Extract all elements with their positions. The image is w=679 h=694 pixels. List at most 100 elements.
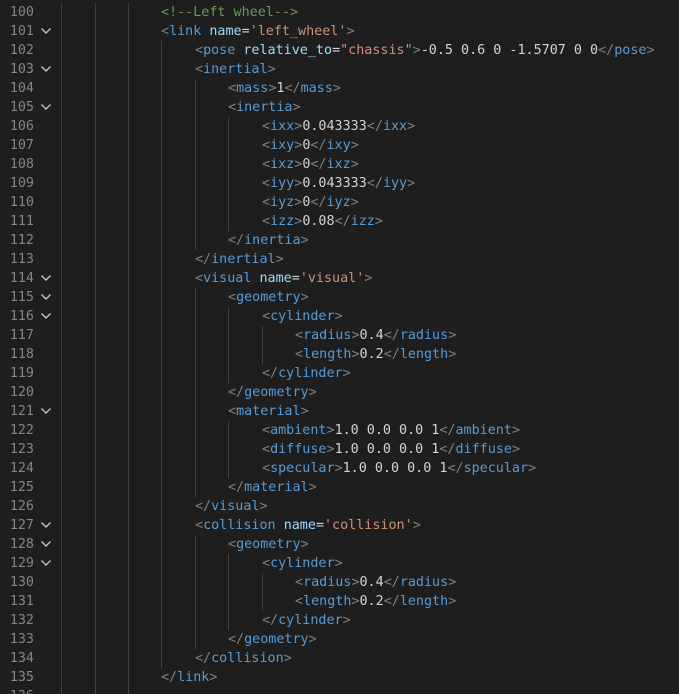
line-number: 124 [9, 461, 34, 476]
code-line[interactable]: 134 </collision> [0, 649, 679, 668]
chevron-down-icon[interactable] [40, 269, 58, 288]
chevron-down-icon[interactable] [40, 516, 58, 535]
chevron-down-icon[interactable] [40, 98, 58, 117]
code-line[interactable]: 128 <geometry> [0, 535, 679, 554]
indent-guide [128, 136, 129, 155]
code-line[interactable]: 130 <radius>0.4</radius> [0, 573, 679, 592]
code-line[interactable]: 101 <link name='left_wheel'> [0, 22, 679, 41]
code-line[interactable]: 104 <mass>1</mass> [0, 79, 679, 98]
indent-guide [161, 649, 162, 668]
code-line[interactable]: 120 </geometry> [0, 383, 679, 402]
code-token: > [308, 480, 317, 495]
line-code: </inertia> [228, 231, 309, 250]
line-number: 103 [9, 62, 34, 77]
line-code: <ambient>1.0 0.0 0.0 1</ambient> [262, 421, 520, 440]
chevron-down-icon[interactable] [40, 60, 58, 79]
chevron-down-icon[interactable] [40, 22, 58, 41]
indent-guide [128, 687, 129, 694]
indent-guide [61, 307, 62, 326]
code-token: > [346, 24, 355, 39]
line-code: <link name='left_wheel'> [161, 22, 355, 41]
code-line[interactable]: 119 </cylinder> [0, 364, 679, 383]
indent-guide [128, 3, 129, 22]
code-line[interactable]: 108 <ixz>0</ixz> [0, 155, 679, 174]
indent-guide [61, 212, 62, 231]
code-line[interactable]: 112 </inertia> [0, 231, 679, 250]
indent-guide [128, 250, 129, 269]
indent-guide [61, 668, 62, 687]
indent-guide [128, 554, 129, 573]
indent-guide [61, 136, 62, 155]
code-editor[interactable]: 100 <!--Left wheel--> 101 <link name='left_… [0, 0, 679, 694]
code-token: </ [195, 499, 212, 514]
code-line[interactable]: 129 <cylinder> [0, 554, 679, 573]
code-line[interactable]: 111 <izz>0.08</izz> [0, 212, 679, 231]
code-line[interactable]: 136 [0, 687, 679, 694]
indent-guide [95, 383, 96, 402]
line-code: <diffuse>1.0 0.0 0.0 1</diffuse> [262, 440, 520, 459]
code-line[interactable]: 121 <material> [0, 402, 679, 421]
code-line[interactable]: 122 <ambient>1.0 0.0 0.0 1</ambient> [0, 421, 679, 440]
indent-guide [61, 611, 62, 630]
code-line[interactable]: 109 <iyy>0.043333</iyy> [0, 174, 679, 193]
code-line[interactable]: 100 <!--Left wheel--> [0, 3, 679, 22]
code-line[interactable]: 115 <geometry> [0, 288, 679, 307]
code-line[interactable]: 107 <ixy>0</ixy> [0, 136, 679, 155]
indent-guide [161, 231, 162, 250]
code-token: -0.5 0.6 0 -1.5707 0 0 [420, 43, 599, 58]
line-number: 126 [9, 499, 34, 514]
indent-guide [61, 649, 62, 668]
code-line[interactable]: 124 <specular>1.0 0.0 0.0 1</specular> [0, 459, 679, 478]
indent-guide [161, 98, 162, 117]
code-line[interactable]: 116 <cylinder> [0, 307, 679, 326]
code-line[interactable]: 105 <inertia> [0, 98, 679, 117]
indent-guide [228, 155, 229, 174]
code-token: ambient [455, 423, 512, 438]
code-line[interactable]: 118 <length>0.2</length> [0, 345, 679, 364]
code-token: < [262, 176, 271, 191]
code-token: </ [195, 651, 212, 666]
indent-guide [228, 592, 229, 611]
indent-guide [228, 440, 229, 459]
chevron-down-icon[interactable] [40, 307, 58, 326]
indent-guide [228, 136, 229, 155]
indent-guide [195, 174, 196, 193]
indent-guide [95, 554, 96, 573]
indent-guide [128, 611, 129, 630]
chevron-down-icon[interactable] [40, 535, 58, 554]
code-token: 0.043333 [302, 119, 367, 134]
code-token: > [300, 537, 309, 552]
code-token: < [228, 290, 237, 305]
chevron-down-icon[interactable] [40, 402, 58, 421]
indent-guide [228, 459, 229, 478]
code-token: cylinder [270, 309, 335, 324]
code-line[interactable]: 123 <diffuse>1.0 0.0 0.0 1</diffuse> [0, 440, 679, 459]
chevron-down-icon[interactable] [40, 288, 58, 307]
code-line[interactable]: 110 <iyz>0</iyz> [0, 193, 679, 212]
code-token: <!--Left wheel--> [161, 5, 299, 20]
code-line[interactable]: 103 <inertial> [0, 60, 679, 79]
code-line[interactable]: 132 </cylinder> [0, 611, 679, 630]
code-token: relative_to [243, 43, 333, 58]
line-number: 130 [9, 575, 34, 590]
code-token: geometry [236, 537, 301, 552]
line-number: 123 [9, 442, 34, 457]
code-line[interactable]: 114 <visual name='visual'> [0, 269, 679, 288]
code-line[interactable]: 117 <radius>0.4</radius> [0, 326, 679, 345]
indent-guide [128, 592, 129, 611]
line-code: </visual> [195, 497, 268, 516]
code-line[interactable]: 113 </inertial> [0, 250, 679, 269]
code-line[interactable]: 126 </visual> [0, 497, 679, 516]
chevron-down-icon[interactable] [40, 554, 58, 573]
code-line[interactable]: 131 <length>0.2</length> [0, 592, 679, 611]
indent-guide [61, 497, 62, 516]
code-line[interactable]: 106 <ixx>0.043333</ixx> [0, 117, 679, 136]
indent-guide [195, 573, 196, 592]
code-token: = [315, 518, 324, 533]
code-line[interactable]: 125 </material> [0, 478, 679, 497]
indent-guide [161, 307, 162, 326]
code-line[interactable]: 135 </link> [0, 668, 679, 687]
code-line[interactable]: 102 <pose relative_to="chassis">-0.5 0.6 … [0, 41, 679, 60]
code-line[interactable]: 127 <collision name='collision'> [0, 516, 679, 535]
code-line[interactable]: 133 </geometry> [0, 630, 679, 649]
